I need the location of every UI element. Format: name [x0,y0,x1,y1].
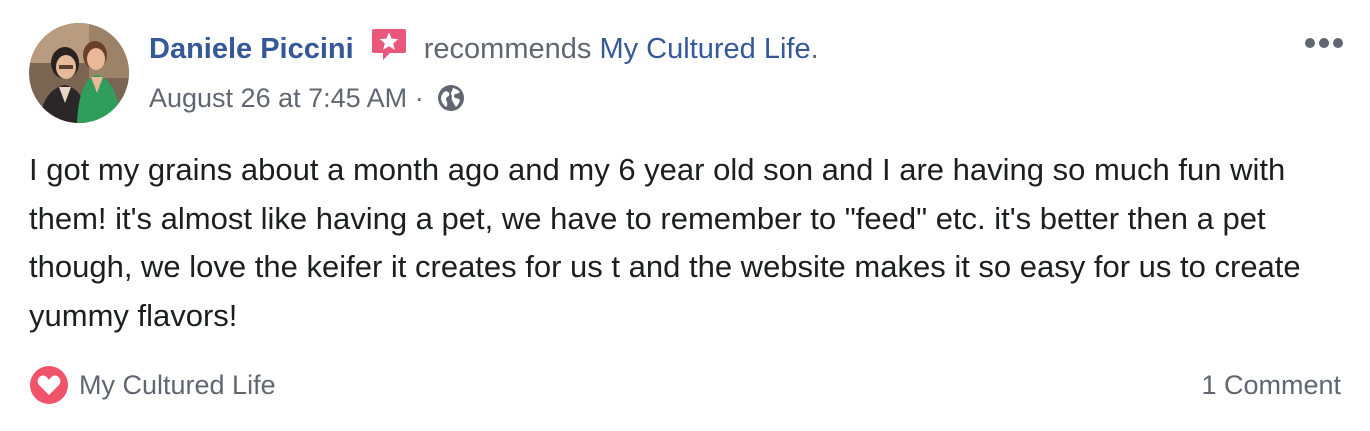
comments-count-link[interactable]: 1 Comment [1201,368,1341,402]
globe-icon[interactable] [437,84,465,112]
post-footer: My Cultured Life 1 Comment [29,364,1341,406]
recommendation-star-icon [370,26,408,64]
more-options-icon[interactable] [1302,30,1346,60]
post-body: I got my grains about a month ago and my… [29,152,1301,333]
timestamp-link[interactable]: August 26 at 7:45 AM [149,83,407,113]
meta-separator: · [414,83,424,113]
post-header: Daniele Piccini recommends My Cultured L… [149,26,819,69]
recommendation-post: Daniele Piccini recommends My Cultured L… [0,0,1370,431]
recommends-text: recommends [423,33,592,65]
post-meta: August 26 at 7:45 AM · [149,80,465,116]
page-name-link[interactable]: My Cultured Life [599,33,810,65]
header-period: . [810,33,819,65]
author-avatar[interactable] [29,23,129,123]
heart-icon[interactable] [29,365,69,405]
author-name-link[interactable]: Daniele Piccini [149,33,354,65]
reaction-page-link[interactable]: My Cultured Life [79,368,276,402]
